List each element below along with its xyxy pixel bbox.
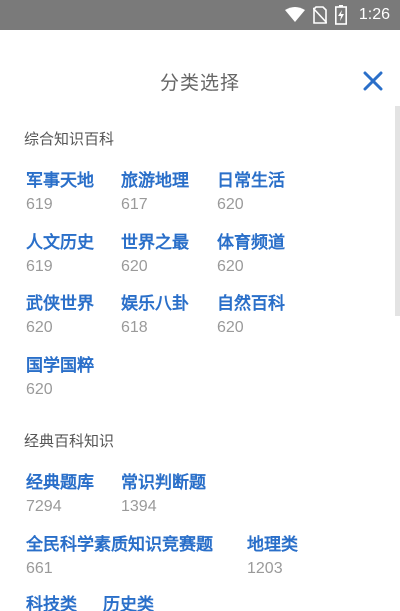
category-item[interactable]: 科技类 xyxy=(26,594,77,611)
category-count: 620 xyxy=(217,258,244,275)
category-item[interactable]: 自然百科 620 xyxy=(217,293,285,338)
status-icons: 1:26 xyxy=(284,0,390,30)
wifi-icon xyxy=(284,7,305,23)
category-label: 军事天地 xyxy=(26,171,94,191)
category-label: 国学国粹 xyxy=(26,356,94,376)
category-count: 1203 xyxy=(247,560,283,577)
section-title: 综合知识百科 xyxy=(24,130,115,148)
category-label: 历史类 xyxy=(103,595,154,611)
category-count: 618 xyxy=(121,319,148,336)
category-count: 620 xyxy=(121,258,148,275)
category-item[interactable]: 武侠世界 620 xyxy=(26,293,94,338)
category-item[interactable]: 经典题库 7294 xyxy=(26,472,94,517)
category-label: 体育频道 xyxy=(217,233,285,253)
category-count: 1394 xyxy=(121,498,157,515)
category-label: 武侠世界 xyxy=(26,294,94,314)
category-item[interactable]: 日常生活 620 xyxy=(217,170,285,215)
category-item[interactable]: 世界之最 620 xyxy=(121,232,189,277)
category-label: 日常生活 xyxy=(217,171,285,191)
category-label: 人文历史 xyxy=(26,233,94,253)
category-item[interactable]: 体育频道 620 xyxy=(217,232,285,277)
no-sim-icon xyxy=(312,6,327,24)
category-item[interactable]: 地理类 1203 xyxy=(247,534,298,579)
category-item[interactable]: 国学国粹 620 xyxy=(26,355,94,400)
category-count: 620 xyxy=(217,196,244,213)
section-title: 经典百科知识 xyxy=(24,432,115,450)
category-label: 自然百科 xyxy=(217,294,285,314)
page-title: 分类选择 xyxy=(159,72,240,94)
scrollbar[interactable] xyxy=(395,106,400,316)
status-time: 1:26 xyxy=(358,6,390,23)
category-count: 619 xyxy=(26,196,53,213)
category-count: 617 xyxy=(121,196,148,213)
category-item[interactable]: 娱乐八卦 618 xyxy=(121,293,189,338)
status-bar: 1:26 xyxy=(0,0,400,30)
category-label: 娱乐八卦 xyxy=(121,294,189,314)
category-item[interactable]: 旅游地理 617 xyxy=(121,170,189,215)
category-item[interactable]: 常识判断题 1394 xyxy=(121,472,206,517)
header: 分类选择 xyxy=(0,30,400,134)
category-label: 常识判断题 xyxy=(121,473,206,493)
category-label: 经典题库 xyxy=(26,473,94,493)
close-button[interactable] xyxy=(360,68,386,94)
category-label: 世界之最 xyxy=(121,233,189,253)
category-sheet: 分类选择 综合知识百科 军事天地 619 旅游地理 617 日常生活 620 人… xyxy=(0,30,400,611)
category-label: 旅游地理 xyxy=(121,171,189,191)
battery-charging-icon xyxy=(334,5,347,25)
category-label: 科技类 xyxy=(26,595,77,611)
category-count: 7294 xyxy=(26,498,62,515)
category-label: 地理类 xyxy=(247,535,298,555)
category-count: 620 xyxy=(26,319,53,336)
category-count: 620 xyxy=(26,381,53,398)
category-count: 619 xyxy=(26,258,53,275)
category-item[interactable]: 全民科学素质知识竞赛题 661 xyxy=(26,534,213,579)
category-item[interactable]: 军事天地 619 xyxy=(26,170,94,215)
category-label: 全民科学素质知识竞赛题 xyxy=(26,535,213,555)
category-item[interactable]: 历史类 xyxy=(103,594,154,611)
category-item[interactable]: 人文历史 619 xyxy=(26,232,94,277)
close-icon xyxy=(363,71,383,91)
category-count: 620 xyxy=(217,319,244,336)
category-count: 661 xyxy=(26,560,53,577)
